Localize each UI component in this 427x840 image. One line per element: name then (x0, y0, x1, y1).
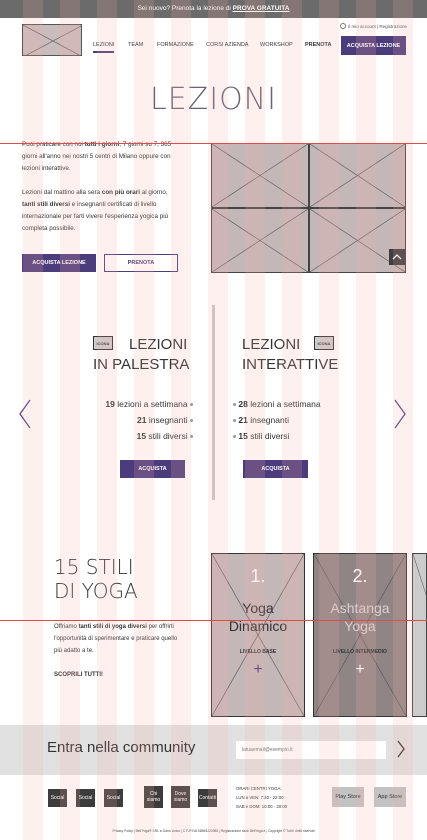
promo-link[interactable]: PROVA GRATUITA (233, 5, 290, 12)
image-placeholder (211, 143, 309, 208)
gym-lessons-icon: ICONA (93, 336, 113, 350)
style-card-ashtanga-yoga[interactable]: 2. Ashtanga Yoga LIVELLO INTERMEDIO + (313, 553, 407, 717)
grid-column (60, 0, 80, 840)
column-divider (212, 305, 215, 500)
carousel-next-arrow[interactable] (393, 398, 407, 438)
user-icon (340, 23, 346, 29)
online-stat-styles: 15 stili diversi (233, 431, 289, 441)
bullet-icon (190, 435, 193, 439)
intro-highlight: tanti stili diversi (22, 201, 70, 208)
nav-item-formazione[interactable]: FORMAZIONE (157, 42, 194, 48)
intro-highlight: tutti i giorni (84, 141, 120, 148)
online-buy-button[interactable]: ACQUISTA (243, 460, 308, 478)
account-link[interactable]: Il mio account | Registrazione (340, 23, 407, 29)
gym-lessons-title-1: LEZIONI (129, 336, 188, 353)
gym-lessons-title-2: IN PALESTRA (93, 356, 190, 373)
online-stat-lessons: 28 lezioni a settimana (233, 399, 321, 409)
logo[interactable] (22, 24, 82, 56)
social-button[interactable]: Social (48, 789, 67, 807)
chevron-right-icon (394, 399, 406, 429)
styles-title-line-2: DI YOGA (54, 579, 138, 603)
online-lessons-title-2: INTERATTIVE (242, 356, 339, 373)
opening-hours-weekend: SAB e DOM: 10:00 - 20:00 (236, 804, 288, 809)
bullet-icon (190, 403, 193, 407)
style-card-number: 1. (250, 566, 266, 586)
styles-description: Offriamo tanti stili di yoga diversi per… (54, 624, 178, 654)
intro-text: al giorno, (139, 189, 168, 196)
style-card-level: LIVELLO INTERMEDIO (333, 649, 387, 655)
opening-hours: ORARI CENTRI YOGA: LUN a VEN: 7:30 - 22:… (236, 784, 316, 811)
bullet-icon (190, 419, 193, 423)
gym-buy-button[interactable]: ACQUISTA (120, 460, 185, 478)
footer-link-locations[interactable]: Dove siamo (171, 786, 190, 808)
nav-item-prenota[interactable]: PRENOTA (305, 42, 331, 48)
intro-text: Puoi praticare con noi (22, 141, 85, 148)
newsletter-email-input[interactable] (236, 741, 386, 759)
nav-item-lezioni[interactable]: LEZIONI (93, 42, 115, 53)
bullet-icon (233, 419, 236, 423)
online-lessons-title-1: LEZIONI (242, 336, 301, 353)
social-button[interactable]: Social (104, 789, 123, 807)
promo-text: Sei nuovo? Prenota la lezione di (137, 5, 231, 12)
style-card-number: 2. (352, 566, 368, 586)
chevron-left-icon (19, 399, 31, 429)
buy-lesson-button[interactable]: ACQUISTA LEZIONE (22, 254, 96, 272)
image-placeholder (309, 143, 406, 208)
promo-bar: Sei nuovo? Prenota la lezione di PROVA G… (0, 0, 427, 18)
chevron-up-icon (392, 254, 402, 260)
style-card-name: Yoga Dinamico (228, 600, 288, 634)
online-lessons-icon: ICONA (314, 336, 334, 350)
intro-text: Lezioni dal mattino alla sera (22, 189, 102, 196)
nav-item-team[interactable]: TEAM (128, 42, 143, 48)
footer-link-about[interactable]: Chi siamo (144, 786, 163, 808)
opening-hours-title: ORARI CENTRI YOGA: (236, 786, 282, 791)
gym-stat-teachers: 21 insegnanti (93, 415, 193, 425)
carousel-prev-arrow[interactable] (18, 398, 32, 438)
style-card-partial[interactable] (412, 553, 427, 717)
page-title: LEZIONI (150, 82, 277, 117)
nav-item-workshop[interactable]: WORKSHOP (260, 42, 293, 48)
bullet-icon (233, 403, 236, 407)
gym-stat-lessons: 19 lezioni a settimana (93, 399, 193, 409)
scroll-to-top-button[interactable] (389, 249, 405, 265)
book-button[interactable]: PRENOTA (104, 254, 178, 272)
bullet-icon (233, 435, 236, 439)
newsletter-submit-button[interactable] (397, 740, 405, 763)
intro-highlight: con più orari (101, 189, 140, 196)
style-card-yoga-dinamico[interactable]: 1. Yoga Dinamico LIVELLO BASE + (211, 553, 305, 717)
chevron-right-icon (397, 740, 405, 758)
play-store-button[interactable]: Play Store (332, 787, 364, 807)
styles-title-line-1: 15 STILI (54, 555, 134, 579)
plus-icon[interactable]: + (314, 661, 406, 679)
app-store-button[interactable]: App Store (374, 787, 406, 807)
plus-icon[interactable]: + (212, 661, 304, 679)
footer-link-contacts[interactable]: Contatti (198, 789, 217, 807)
newsletter-title: Entra nella community (47, 739, 196, 756)
styles-title: 15 STILI DI YOGA (54, 555, 138, 603)
nav-item-corsi-azienda[interactable]: CORSI AZIENDA (206, 42, 248, 48)
intro-paragraph-1: Puoi praticare con noi tutti i giorni, 7… (22, 139, 182, 175)
discover-all-link[interactable]: SCOPRILI TUTTI! (54, 672, 103, 678)
style-card-name: Ashtanga Yoga (330, 600, 390, 634)
buy-lesson-button[interactable]: ACQUISTA LEZIONE (341, 36, 406, 55)
online-stat-teachers: 21 insegnanti (233, 415, 289, 425)
account-text: Il mio account | Registrazione (348, 23, 407, 29)
opening-hours-weekday: LUN a VEN: 7:30 - 22:00 (236, 795, 284, 800)
legal-footer: Privacy Policy | Bell'Yoga® SRL a Socio … (112, 829, 315, 833)
intro-paragraph-2: Lezioni dal mattino alla sera con più or… (22, 187, 182, 235)
style-card-level: LIVELLO BASE (239, 649, 277, 655)
social-button[interactable]: Social (76, 789, 95, 807)
gym-stat-styles: 15 stili diversi (93, 431, 193, 441)
image-placeholder (211, 208, 309, 273)
